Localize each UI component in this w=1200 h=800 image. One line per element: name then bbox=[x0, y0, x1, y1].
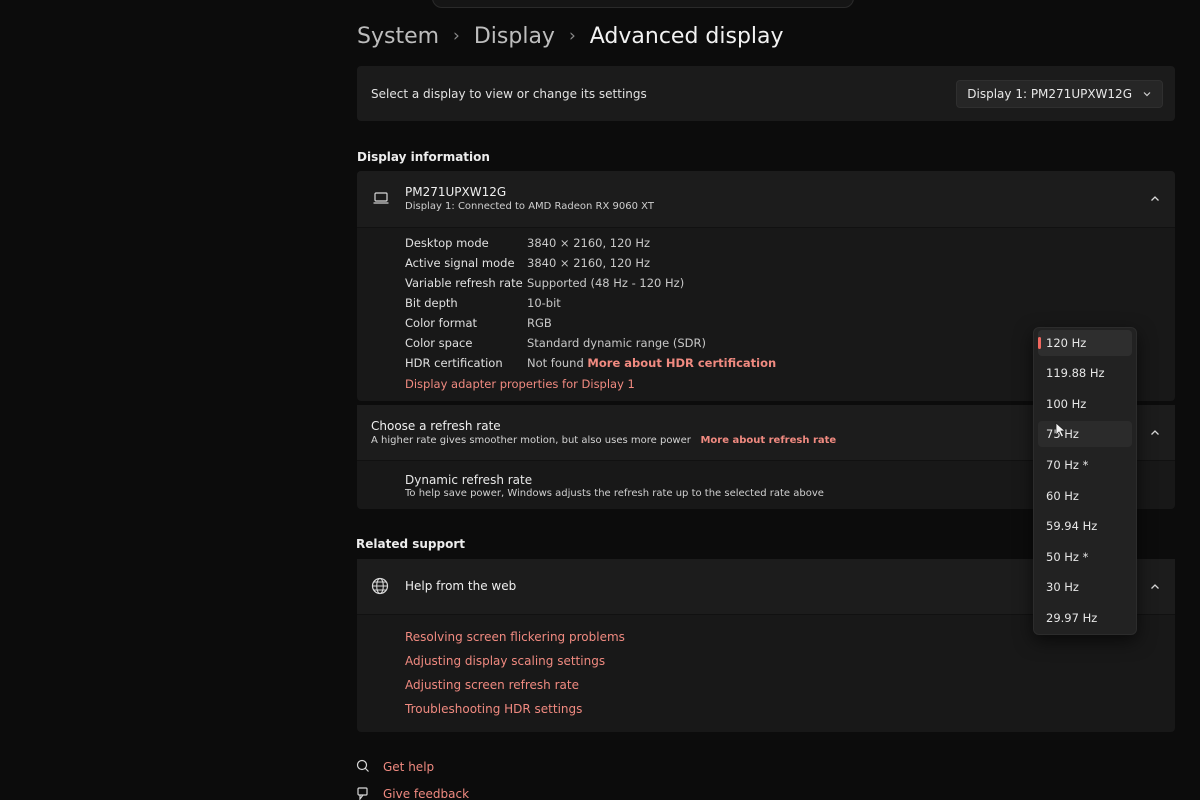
chevron-up-icon[interactable] bbox=[1149, 427, 1161, 439]
info-value: RGB bbox=[527, 316, 552, 330]
chevron-right-icon: › bbox=[453, 26, 460, 46]
display-dropdown-value: Display 1: PM271UPXW12G bbox=[967, 87, 1132, 101]
refresh-option-label: 50 Hz * bbox=[1046, 550, 1089, 564]
info-value: Supported (48 Hz - 120 Hz) bbox=[527, 276, 685, 290]
refresh-option[interactable]: 100 Hz bbox=[1038, 391, 1132, 417]
page-title: Advanced display bbox=[589, 23, 784, 49]
refresh-option[interactable]: 60 Hz bbox=[1038, 483, 1132, 509]
get-help-link[interactable]: Get help bbox=[383, 760, 434, 774]
refresh-option-label: 60 Hz bbox=[1046, 489, 1079, 503]
refresh-rate-description: A higher rate gives smoother motion, but… bbox=[371, 435, 691, 446]
feedback-icon bbox=[357, 787, 368, 800]
info-label: Color format bbox=[405, 316, 478, 330]
display-info-heading: Display information bbox=[357, 150, 490, 164]
info-label: Bit depth bbox=[405, 296, 458, 310]
adapter-properties-link[interactable]: Display adapter properties for Display 1 bbox=[405, 377, 635, 391]
info-value: 10-bit bbox=[527, 296, 561, 310]
info-value: 3840 × 2160, 120 Hz bbox=[527, 236, 651, 250]
refresh-option-label: 59.94 Hz bbox=[1046, 519, 1098, 533]
info-label: Active signal mode bbox=[405, 256, 515, 270]
display-info-header[interactable]: PM271UPXW12G Display 1: Connected to AMD… bbox=[357, 171, 1175, 227]
info-label: Desktop mode bbox=[405, 236, 489, 250]
globe-icon bbox=[371, 577, 389, 595]
dynamic-refresh-title: Dynamic refresh rate bbox=[405, 473, 533, 487]
info-value: Standard dynamic range (SDR) bbox=[527, 336, 707, 350]
refresh-option[interactable]: 50 Hz * bbox=[1038, 544, 1132, 570]
refresh-option-label: 30 Hz bbox=[1046, 580, 1079, 594]
info-label: Variable refresh rate bbox=[405, 276, 523, 290]
refresh-option[interactable]: 119.88 Hz bbox=[1038, 360, 1132, 386]
breadcrumb: System › Display › Advanced display bbox=[357, 18, 784, 54]
display-select-prompt: Select a display to view or change its s… bbox=[371, 87, 647, 101]
breadcrumb-display[interactable]: Display bbox=[474, 24, 555, 49]
laptop-icon bbox=[373, 192, 389, 204]
support-link-hdr[interactable]: Troubleshooting HDR settings bbox=[405, 702, 582, 716]
refresh-option[interactable]: 59.94 Hz bbox=[1038, 513, 1132, 539]
display-name: PM271UPXW12G bbox=[405, 185, 507, 199]
refresh-option[interactable]: 120 Hz bbox=[1038, 330, 1132, 356]
info-value: Not found More about HDR certification bbox=[527, 356, 776, 370]
refresh-option-label: 70 Hz * bbox=[1046, 458, 1089, 472]
hdr-certification-link[interactable]: More about HDR certification bbox=[587, 356, 776, 370]
mouse-cursor-icon bbox=[1055, 422, 1067, 438]
refresh-option-label: 120 Hz bbox=[1046, 336, 1087, 350]
refresh-option-label: 119.88 Hz bbox=[1046, 366, 1105, 380]
chevron-up-icon[interactable] bbox=[1149, 581, 1161, 593]
dynamic-refresh-subtitle: To help save power, Windows adjusts the … bbox=[405, 488, 824, 499]
refresh-option[interactable]: 29.97 Hz bbox=[1038, 605, 1132, 631]
info-value: 3840 × 2160, 120 Hz bbox=[527, 256, 651, 270]
refresh-rate-dropdown-menu: 120 Hz 119.88 Hz 100 Hz 75 Hz 70 Hz * 60… bbox=[1033, 327, 1137, 635]
refresh-option-label: 100 Hz bbox=[1046, 397, 1087, 411]
settings-page: System › Display › Advanced display Sele… bbox=[0, 0, 1200, 800]
chevron-down-icon bbox=[1143, 92, 1151, 97]
breadcrumb-system[interactable]: System bbox=[357, 24, 439, 49]
hdr-status: Not found bbox=[527, 356, 584, 370]
info-label: Color space bbox=[405, 336, 473, 350]
help-web-title: Help from the web bbox=[405, 579, 517, 593]
refresh-rate-title: Choose a refresh rate bbox=[371, 419, 501, 433]
refresh-option[interactable]: 75 Hz bbox=[1038, 421, 1132, 447]
get-help-icon bbox=[356, 759, 369, 772]
chevron-up-icon[interactable] bbox=[1149, 193, 1161, 205]
display-connection: Display 1: Connected to AMD Radeon RX 90… bbox=[405, 201, 654, 212]
related-support-heading: Related support bbox=[356, 537, 465, 551]
refresh-rate-subtitle: A higher rate gives smoother motion, but… bbox=[371, 435, 836, 446]
support-link-scaling[interactable]: Adjusting display scaling settings bbox=[405, 654, 605, 668]
support-link-refresh[interactable]: Adjusting screen refresh rate bbox=[405, 678, 579, 692]
info-label: HDR certification bbox=[405, 356, 503, 370]
display-select-card: Select a display to view or change its s… bbox=[357, 66, 1175, 121]
divider bbox=[357, 227, 1175, 228]
chevron-right-icon: › bbox=[568, 26, 576, 46]
refresh-option-label: 29.97 Hz bbox=[1046, 611, 1098, 625]
refresh-rate-link[interactable]: More about refresh rate bbox=[700, 435, 836, 446]
support-link-flicker[interactable]: Resolving screen flickering problems bbox=[405, 630, 625, 644]
display-dropdown[interactable]: Display 1: PM271UPXW12G bbox=[956, 80, 1163, 108]
refresh-option[interactable]: 70 Hz * bbox=[1038, 452, 1132, 478]
give-feedback-link[interactable]: Give feedback bbox=[383, 787, 469, 800]
selected-indicator bbox=[1038, 337, 1041, 349]
search-box[interactable] bbox=[432, 0, 854, 8]
refresh-option[interactable]: 30 Hz bbox=[1038, 574, 1132, 600]
